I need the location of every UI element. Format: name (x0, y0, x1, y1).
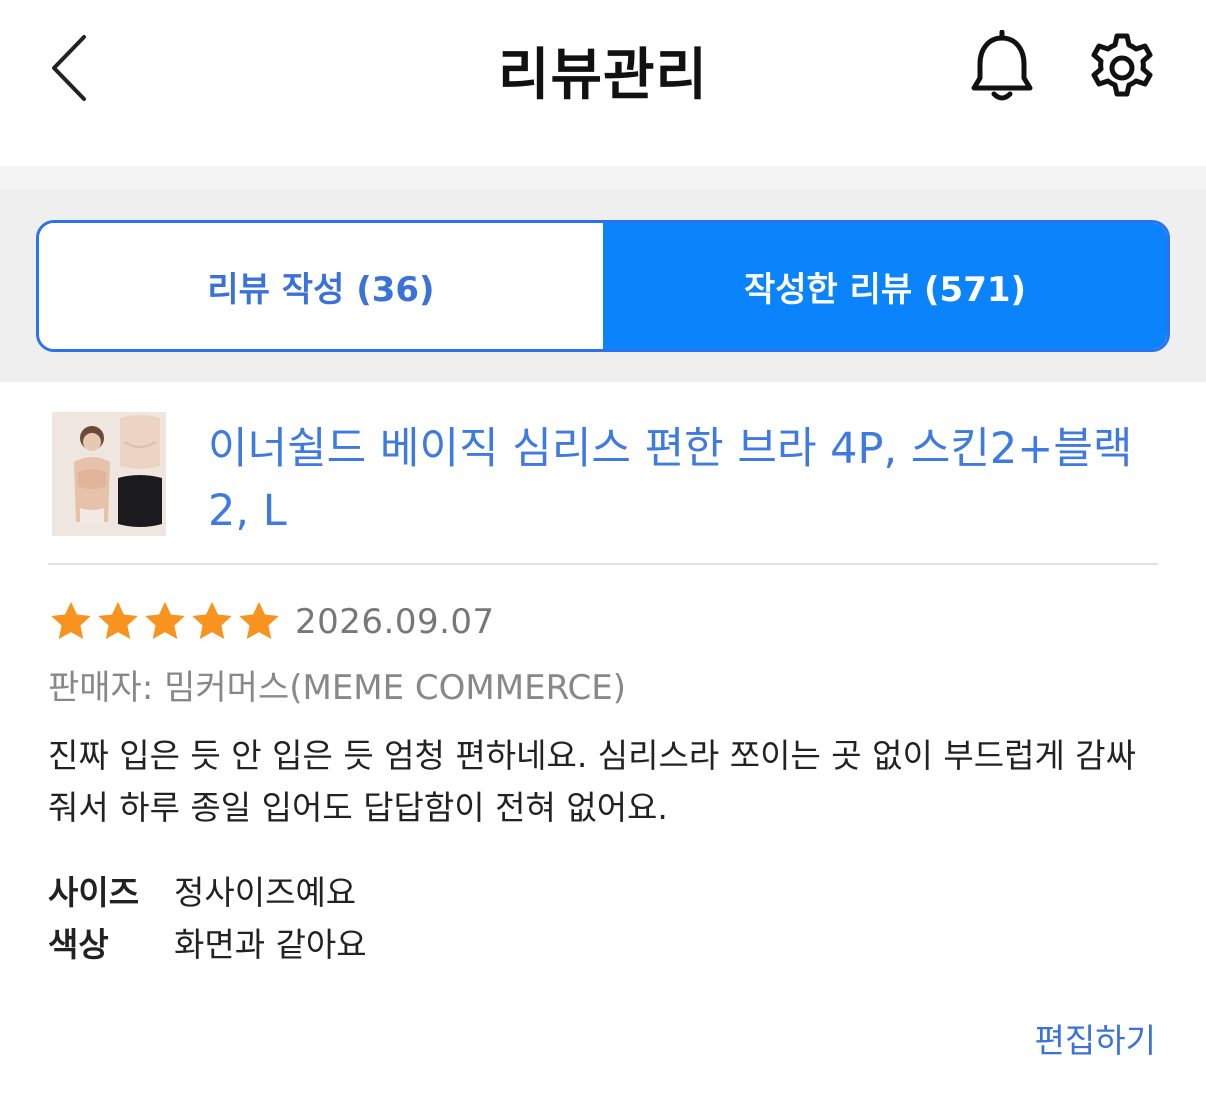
attribute-label: 사이즈 (48, 873, 140, 912)
star-icon (239, 601, 279, 640)
product-info: 이너쉴드 베이직 심리스 편한 브라 4P, 스킨2+블랙 2, L (0, 382, 1206, 564)
review-tabs: 리뷰 작성 (36) 작성한 리뷰 (571) (36, 220, 1170, 352)
bell-icon (971, 29, 1033, 101)
edit-review-link[interactable]: 편집하기 (1035, 1014, 1156, 1062)
star-icon (98, 601, 138, 640)
settings-button[interactable] (1086, 32, 1158, 104)
star-icon (51, 601, 91, 640)
star-icon (192, 601, 232, 640)
review-text: 진짜 입은 듯 안 입은 듯 엄청 편하네요. 심리스라 쪼이는 곳 없이 부드… (48, 736, 1137, 827)
gear-icon (1091, 33, 1153, 97)
review-date: 2026.09.07 (295, 602, 495, 642)
seller-name: 판매자: 밈커머스(MEME COMMERCE) (48, 668, 627, 708)
attribute-row-size: 사이즈 정사이즈예요 (48, 866, 356, 914)
product-image (52, 412, 166, 536)
attribute-row-color: 색상 화면과 같아요 (48, 918, 367, 966)
product-thumbnail[interactable] (52, 412, 166, 536)
section-divider (0, 166, 1206, 190)
attribute-label: 색상 (48, 925, 109, 964)
tab-area: 리뷰 작성 (36) 작성한 리뷰 (571) (0, 166, 1206, 382)
attribute-value: 정사이즈예요 (174, 873, 357, 912)
tab-written-reviews[interactable]: 작성한 리뷰 (571) (603, 223, 1167, 349)
star-icon (145, 601, 185, 640)
rating-row: 2026.09.07 (48, 596, 495, 648)
divider (48, 563, 1158, 565)
attribute-value: 화면과 같아요 (174, 925, 367, 964)
tab-write-review[interactable]: 리뷰 작성 (36) (39, 223, 603, 349)
notifications-button[interactable] (966, 29, 1038, 106)
app-header: 리뷰관리 (0, 0, 1206, 166)
product-name-link[interactable]: 이너쉴드 베이직 심리스 편한 브라 4P, 스킨2+블랙 2, L (208, 418, 1168, 542)
